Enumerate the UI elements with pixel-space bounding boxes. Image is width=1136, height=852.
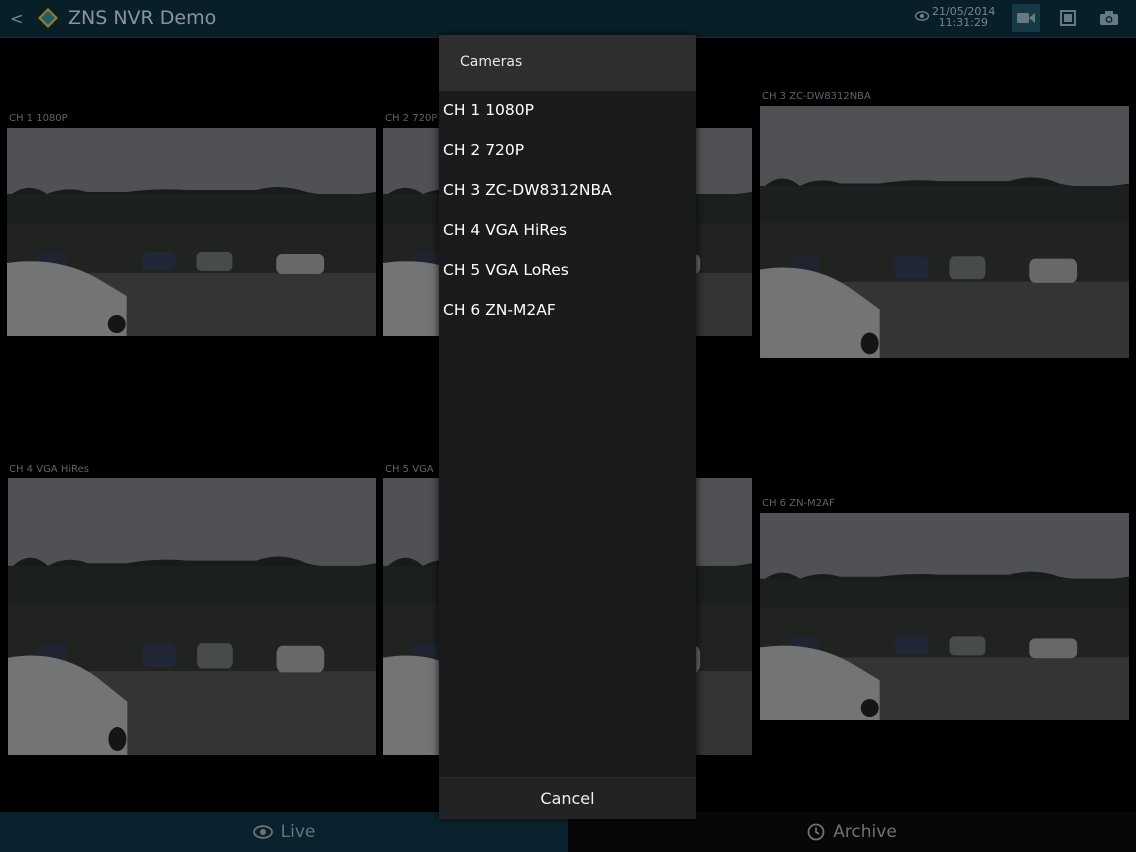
video-camera-button[interactable] [1012, 4, 1040, 32]
camera-list-item[interactable]: CH 4 VGA HiRes [443, 221, 567, 239]
dialog-header: Cameras [439, 35, 696, 91]
dialog-title: Cameras [460, 54, 523, 70]
stop-button[interactable] [1054, 4, 1082, 32]
camera-label: CH 2 720P [385, 113, 438, 124]
camera-snapshot-icon [1100, 11, 1118, 25]
app-title: ZNS NVR Demo [68, 7, 217, 29]
eye-icon [915, 11, 929, 21]
camera-feed [760, 106, 1129, 358]
camera-feed [7, 128, 376, 336]
eye-icon [252, 825, 273, 839]
action-bar: < ZNS NVR Demo 21/05/2014 11:31:29 [0, 0, 1136, 38]
stop-icon [1060, 10, 1076, 26]
time-text: 11:31:29 [938, 16, 988, 29]
camera-list-item[interactable]: CH 3 ZC-DW8312NBA [443, 181, 612, 199]
camera-list-item[interactable]: CH 6 ZN-M2AF [443, 301, 556, 319]
snapshot-button[interactable] [1095, 4, 1123, 32]
back-icon[interactable]: < [10, 9, 23, 28]
app-logo-icon [38, 8, 58, 28]
camera-feed [8, 478, 376, 755]
camera-label: CH 3 ZC-DW8312NBA [762, 91, 871, 102]
camera-list-item[interactable]: CH 5 VGA LoRes [443, 261, 569, 279]
camera-label: CH 6 ZN-M2AF [762, 498, 835, 509]
cameras-dialog: Cameras CH 1 1080P CH 2 720P CH 3 ZC-DW8… [439, 35, 696, 819]
camera-list-item[interactable]: CH 2 720P [443, 141, 524, 159]
camera-label: CH 1 1080P [9, 113, 68, 124]
tab-live-label: Live [280, 822, 316, 842]
camera-list-item[interactable]: CH 1 1080P [443, 101, 534, 119]
tab-archive-label: Archive [833, 822, 897, 842]
video-camera-icon [1017, 13, 1035, 23]
camera-label: CH 4 VGA HiRes [9, 464, 89, 475]
camera-feed [760, 513, 1129, 720]
clock-icon [807, 823, 825, 841]
cancel-button[interactable]: Cancel [439, 777, 696, 819]
camera-label: CH 5 VGA [385, 464, 434, 475]
datetime: 21/05/2014 11:31:29 [932, 6, 995, 29]
